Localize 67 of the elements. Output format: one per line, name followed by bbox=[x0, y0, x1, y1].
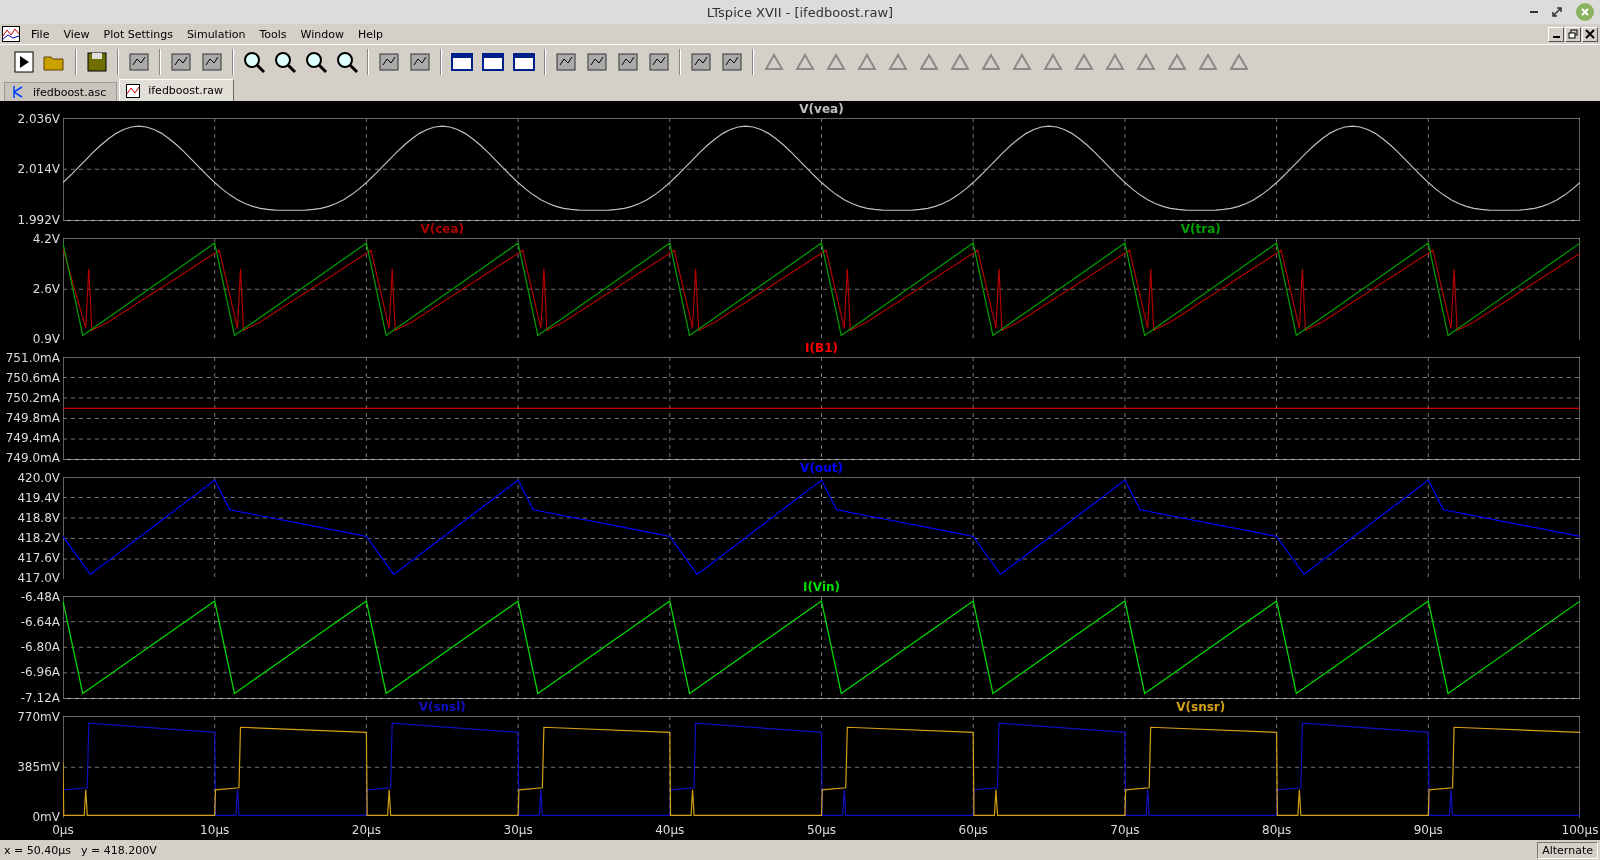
y-axis-label: 770mV bbox=[17, 710, 60, 723]
y-axis-label: 2.014V bbox=[17, 163, 60, 176]
menu-item[interactable]: View bbox=[56, 27, 97, 41]
x-axis-label: 20µs bbox=[351, 823, 381, 837]
y-axis-label: 750.2mA bbox=[5, 392, 60, 405]
x-axis-label: 70µs bbox=[1110, 823, 1140, 837]
document-tab[interactable]: ifedboost.asc bbox=[4, 82, 118, 101]
trace-label[interactable]: V(vea) bbox=[799, 102, 844, 116]
y-axis-label: 2.6V bbox=[32, 282, 60, 295]
y-axis-label: 385mV bbox=[17, 760, 60, 773]
menu-item[interactable]: File bbox=[24, 27, 57, 41]
y-axis-label: -6.80A bbox=[20, 641, 60, 654]
trace-label[interactable]: I(Vin) bbox=[802, 580, 841, 594]
restore-icon bbox=[1568, 29, 1578, 39]
y-axis-label: 4.2V bbox=[32, 232, 60, 245]
window-title: LTspice XVII - [ifedboost.raw] bbox=[706, 4, 894, 20]
minimize-icon bbox=[1552, 36, 1560, 38]
restore-button[interactable] bbox=[1565, 26, 1581, 42]
y-axis-label: 749.8mA bbox=[5, 412, 60, 425]
mode-indicator: Alternate bbox=[1537, 841, 1598, 859]
x-axis-label: 40µs bbox=[655, 823, 685, 837]
y-axis-label: 2.036V bbox=[17, 113, 60, 125]
x-axis-label: 0µs bbox=[52, 823, 74, 837]
x-axis-label: 10µs bbox=[200, 823, 230, 837]
trace-label[interactable]: I(B1) bbox=[805, 341, 838, 355]
x-axis-label: 100µs bbox=[1561, 823, 1599, 837]
y-axis-label: -6.64A bbox=[20, 616, 60, 629]
x-axis-label: 90µs bbox=[1413, 823, 1443, 837]
menu-item[interactable]: Tools bbox=[252, 27, 294, 41]
y-axis-label: 417.0V bbox=[17, 571, 60, 584]
maximize-icon bbox=[1552, 7, 1562, 17]
y-axis-label: -7.12A bbox=[20, 691, 60, 704]
cursor-y-readout: y = 418.200V bbox=[80, 843, 157, 857]
cursor-x-readout: x = 50.40µs bbox=[4, 843, 71, 857]
x-axis-label: 30µs bbox=[503, 823, 533, 837]
minimize-icon bbox=[1530, 11, 1538, 13]
menu-item[interactable]: Simulation bbox=[179, 27, 253, 41]
maximize-button[interactable] bbox=[1552, 7, 1562, 17]
y-axis-label: 1.992V bbox=[17, 213, 60, 226]
y-axis-label: 749.4mA bbox=[5, 432, 60, 445]
y-axis-label: 0.9V bbox=[32, 333, 60, 345]
x-axis-label: 80µs bbox=[1262, 823, 1292, 837]
y-axis-label: 749.0mA bbox=[5, 452, 60, 465]
menu-item[interactable]: Plot Settings bbox=[96, 27, 180, 41]
waveform-icon bbox=[126, 83, 141, 98]
y-axis-label: -6.96A bbox=[20, 666, 60, 679]
y-axis-label: 418.2V bbox=[17, 531, 60, 544]
y-axis-label: 750.6mA bbox=[5, 372, 60, 385]
y-axis-label: -6.48A bbox=[20, 591, 60, 603]
close-icon bbox=[1585, 29, 1595, 39]
close-button[interactable] bbox=[1582, 26, 1598, 42]
x-axis-label: 50µs bbox=[806, 823, 837, 837]
document-tab[interactable]: ifedboost.raw bbox=[119, 79, 235, 101]
y-axis-label: 419.4V bbox=[17, 491, 60, 504]
trace-label[interactable]: V(tra) bbox=[1180, 221, 1221, 236]
trace-label[interactable]: V(snsr) bbox=[1176, 699, 1226, 714]
y-axis-label: 751.0mA bbox=[5, 352, 60, 364]
menu-item[interactable]: Help bbox=[350, 27, 391, 41]
menu-item[interactable]: Window bbox=[293, 27, 351, 41]
x-axis-label: 60µs bbox=[958, 823, 988, 837]
y-axis-label: 417.6V bbox=[17, 551, 60, 564]
close-icon bbox=[1580, 7, 1590, 17]
y-axis-label: 420.0V bbox=[17, 471, 60, 484]
y-axis-label: 0mV bbox=[32, 811, 60, 823]
y-axis-label: 418.8V bbox=[17, 511, 60, 524]
minimize-button[interactable] bbox=[1548, 26, 1564, 42]
app-logo-icon bbox=[2, 26, 20, 42]
